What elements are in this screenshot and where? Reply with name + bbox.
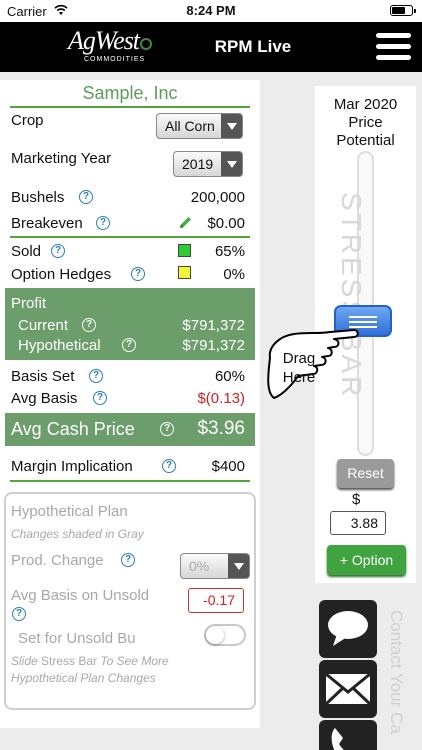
page-title: RPM Live bbox=[214, 37, 292, 56]
profit-current-label: Current bbox=[18, 317, 69, 334]
avg-basis-unsold-input[interactable]: -0.17 bbox=[188, 588, 244, 613]
avg-basis-value: $(0.13) bbox=[197, 390, 245, 407]
dollar-label: $ bbox=[352, 491, 361, 508]
hint-bold: Stress Bar bbox=[41, 654, 98, 668]
divider bbox=[10, 480, 250, 482]
breakeven-value: $0.00 bbox=[207, 215, 245, 232]
breakeven-label: Breakeven bbox=[11, 215, 83, 232]
option-hedges-swatch bbox=[178, 266, 191, 279]
prod-change-value: 0% bbox=[189, 558, 210, 574]
hamburger-menu-icon[interactable] bbox=[376, 33, 411, 61]
status-time: 8:24 PM bbox=[186, 3, 236, 18]
contact-label: Contact Your Ca bbox=[387, 610, 406, 734]
drag-hint-line2: Here bbox=[282, 369, 316, 386]
marketing-year-value: 2019 bbox=[182, 156, 214, 172]
contact-bar bbox=[319, 600, 379, 750]
chevron-down-icon bbox=[221, 152, 242, 176]
prod-change-label: Prod. Change bbox=[11, 552, 104, 569]
margin-implication-label: Margin Implication bbox=[11, 458, 133, 475]
sold-value: 65% bbox=[214, 243, 245, 260]
help-icon[interactable]: ? bbox=[96, 216, 110, 230]
divider bbox=[10, 236, 250, 238]
battery-icon bbox=[390, 5, 416, 16]
reset-button[interactable]: Reset bbox=[337, 459, 394, 488]
hypothetical-plan-subtitle: Changes shaded in Gray bbox=[11, 527, 144, 541]
drag-here-hint: Drag Here bbox=[270, 349, 328, 387]
set-unsold-label: Set for Unsold Bu bbox=[18, 630, 136, 647]
set-unsold-toggle[interactable] bbox=[204, 624, 246, 646]
profit-box: Profit Current ? $791,372 Hypothetical ?… bbox=[5, 288, 255, 360]
hint-pre: Slide bbox=[11, 654, 38, 668]
chevron-down-icon bbox=[228, 554, 249, 578]
marketing-year-select[interactable]: 2019 bbox=[173, 151, 243, 177]
help-icon[interactable]: ? bbox=[93, 391, 107, 405]
avg-basis-label: Avg Basis bbox=[11, 390, 78, 407]
help-icon[interactable]: ? bbox=[79, 190, 93, 204]
help-icon[interactable]: ? bbox=[122, 338, 136, 352]
help-icon[interactable]: ? bbox=[12, 607, 26, 621]
basis-set-label: Basis Set bbox=[11, 368, 75, 385]
drag-hint-line1: Drag bbox=[282, 350, 316, 367]
phone-icon[interactable] bbox=[319, 720, 377, 750]
profit-label: Profit bbox=[11, 295, 47, 312]
marketing-year-label: Marketing Year bbox=[11, 150, 112, 167]
pencil-icon[interactable] bbox=[178, 215, 193, 230]
avg-cash-price-label: Avg Cash Price bbox=[11, 419, 135, 439]
help-icon[interactable]: ? bbox=[82, 318, 96, 332]
avg-cash-price-value: $3.96 bbox=[197, 418, 245, 439]
sold-label: Sold bbox=[11, 243, 42, 260]
logo-text: AgWest bbox=[68, 26, 140, 55]
help-icon[interactable]: ? bbox=[121, 553, 135, 567]
price-title-month: Mar 2020 bbox=[333, 96, 398, 113]
agwest-logo: AgWest COMMODITIES bbox=[68, 26, 152, 66]
option-hedges-value: 0% bbox=[223, 266, 245, 283]
help-icon[interactable]: ? bbox=[51, 244, 65, 258]
avg-basis-unsold-label: Avg Basis on Unsold bbox=[11, 587, 150, 604]
hypothetical-plan-title: Hypothetical Plan bbox=[11, 503, 128, 520]
profit-hypothetical-value: $791,372 bbox=[182, 337, 245, 354]
mail-icon[interactable] bbox=[319, 660, 377, 718]
help-icon[interactable]: ? bbox=[89, 369, 103, 383]
logo-swirl-icon bbox=[140, 38, 152, 50]
status-bar: Carrier 8:24 PM bbox=[0, 0, 422, 22]
position-panel: Sample, Inc Crop All Corn Marketing Year… bbox=[0, 80, 260, 728]
bushels-value: 200,000 bbox=[190, 189, 245, 206]
help-icon[interactable]: ? bbox=[131, 267, 145, 281]
add-option-button[interactable]: + Option bbox=[327, 545, 406, 575]
crop-label: Crop bbox=[11, 112, 44, 129]
chevron-down-icon bbox=[221, 114, 242, 138]
app-header: AgWest COMMODITIES RPM Live bbox=[0, 22, 422, 72]
prod-change-select[interactable]: 0% bbox=[180, 553, 250, 579]
crop-select[interactable]: All Corn bbox=[156, 113, 243, 139]
basis-set-value: 60% bbox=[214, 368, 245, 385]
hypothetical-plan-box: Hypothetical Plan Changes shaded in Gray… bbox=[4, 492, 256, 710]
chat-icon[interactable] bbox=[319, 600, 377, 658]
price-title-potential: Potential bbox=[336, 132, 395, 149]
help-icon[interactable]: ? bbox=[162, 459, 176, 473]
crop-select-value: All Corn bbox=[165, 118, 215, 134]
option-hedges-label: Option Hedges bbox=[11, 266, 112, 283]
price-potential-title: Mar 2020 Price Potential bbox=[315, 96, 416, 150]
profit-current-value: $791,372 bbox=[182, 317, 245, 334]
price-title-price: Price bbox=[348, 114, 383, 131]
help-icon[interactable]: ? bbox=[160, 422, 174, 436]
sold-swatch bbox=[178, 244, 191, 257]
bushels-label: Bushels bbox=[11, 189, 65, 206]
price-input[interactable]: 3.88 bbox=[330, 511, 386, 535]
logo-subtext: COMMODITIES bbox=[84, 56, 146, 63]
company-name: Sample, Inc bbox=[10, 83, 250, 108]
avg-cash-price-bar: Avg Cash Price ? $3.96 bbox=[5, 413, 255, 446]
margin-implication-value: $400 bbox=[211, 458, 245, 475]
stress-bar-hint: Slide Stress Bar To See More Hypothetica… bbox=[11, 653, 181, 687]
profit-hypothetical-label: Hypothetical bbox=[18, 337, 101, 354]
